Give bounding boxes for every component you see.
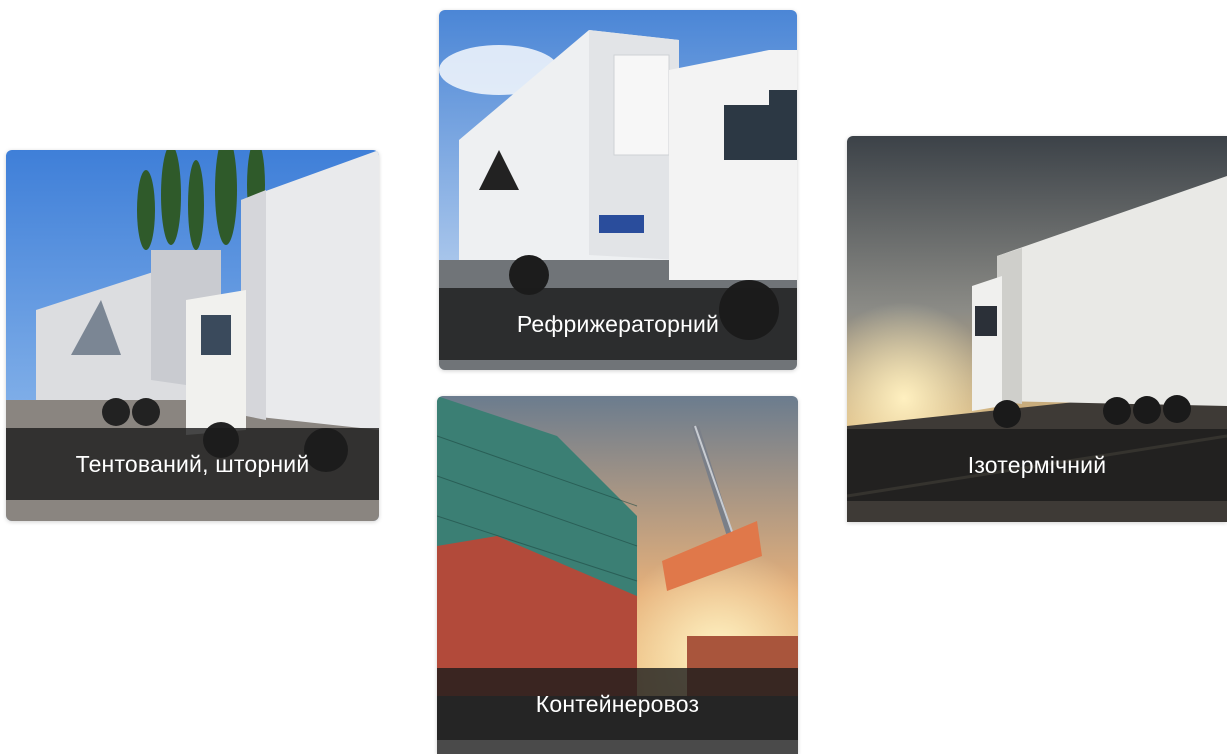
- card-caption-tent: Тентований, шторний: [6, 428, 379, 500]
- card-caption-isothermal: Ізотермічний: [847, 429, 1227, 501]
- card-container-truck[interactable]: Контейнеровоз: [437, 396, 798, 754]
- card-refrigerated-truck[interactable]: Рефрижераторний: [439, 10, 797, 370]
- card-isothermal-truck[interactable]: Ізотермічний: [847, 136, 1227, 522]
- card-tent-truck[interactable]: Тентований, шторний: [6, 150, 379, 521]
- truck-type-gallery: Тентований, шторний Рефрижераторний Конт…: [0, 0, 1227, 754]
- card-caption-refrigerated: Рефрижераторний: [439, 288, 797, 360]
- card-caption-container: Контейнеровоз: [437, 668, 798, 740]
